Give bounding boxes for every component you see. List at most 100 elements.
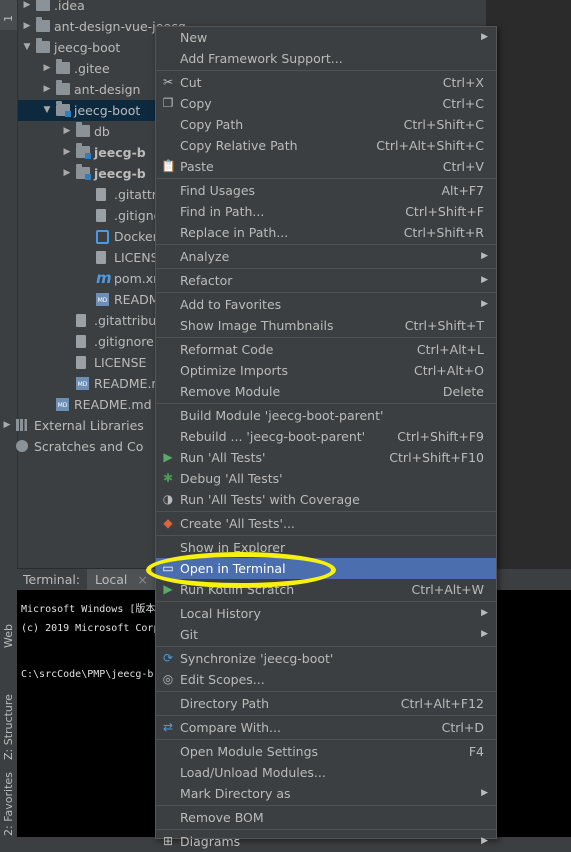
structure-tool-tab[interactable]: Z: Structure [0,680,17,762]
menu-item-cut[interactable]: ✂ Cut Ctrl+X [156,72,496,93]
tree-item-label: jeecg-b [94,145,146,160]
expand-right-icon[interactable]: ▶ [42,58,52,79]
menu-item-replace-in-path[interactable]: Replace in Path... Ctrl+Shift+R [156,222,496,243]
expand-right-icon[interactable]: ▶ [22,0,32,16]
markdown-icon: MD [56,398,69,411]
menu-item-label: Synchronize 'jeecg-boot' [180,651,334,666]
submenu-arrow-icon: ▶ [481,32,488,42]
menu-item-add-to-favorites[interactable]: Add to Favorites ▶ [156,294,496,315]
menu-item-label: Run 'All Tests' with Coverage [180,492,360,507]
menu-item-refactor[interactable]: Refactor ▶ [156,270,496,291]
tree-item-label: .idea [54,0,85,13]
menu-item-diagrams[interactable]: ⊞ Diagrams ▶ [156,831,496,852]
tree-item-label: LICENSE [94,355,147,370]
menu-item-remove-bom[interactable]: Remove BOM [156,807,496,828]
favorites-tool-tab[interactable]: 2: Favorites [0,770,17,837]
folder-icon [36,17,50,32]
menu-separator [156,337,496,338]
menu-item-shortcut: Ctrl+Shift+C [403,117,484,132]
menu-item-copy-path[interactable]: Copy Path Ctrl+Shift+C [156,114,496,135]
menu-item-rebuild-jeecg-boot-parent[interactable]: Rebuild ... 'jeecg-boot-parent' Ctrl+Shif… [156,426,496,447]
menu-item-open-module-settings[interactable]: Open Module Settings F4 [156,741,496,762]
menu-item-remove-module[interactable]: Remove Module Delete [156,381,496,402]
menu-separator [156,739,496,740]
menu-item-git[interactable]: Git ▶ [156,624,496,645]
menu-item-directory-path[interactable]: Directory Path Ctrl+Alt+F12 [156,693,496,714]
expand-down-icon[interactable]: ▼ [22,37,32,58]
menu-item-paste[interactable]: 📋 Paste Ctrl+V [156,156,496,177]
expand-right-icon[interactable]: ▶ [62,163,72,184]
menu-item-add-framework-support[interactable]: Add Framework Support... [156,48,496,69]
menu-item-label: Edit Scopes... [180,672,265,687]
terminal-tab-local[interactable]: Local × [87,569,155,591]
menu-item-copy[interactable]: ❐ Copy Ctrl+C [156,93,496,114]
menu-item-shortcut: Ctrl+Shift+F10 [389,450,484,465]
menu-item-edit-scopes[interactable]: ◎ Edit Scopes... [156,669,496,690]
sync-icon: ⟳ [162,651,174,665]
menu-item-shortcut: Ctrl+Alt+O [414,363,484,378]
menu-item-shortcut: Ctrl+Shift+F9 [397,429,484,444]
expand-right-icon[interactable]: ▶ [2,415,12,436]
menu-item-reformat-code[interactable]: Reformat Code Ctrl+Alt+L [156,339,496,360]
expand-right-icon[interactable]: ▶ [22,16,32,37]
compare-icon: ⇄ [162,720,174,734]
module-folder-icon [76,164,91,180]
menu-item-label: Paste [180,159,214,174]
menu-item-label: Copy Relative Path [180,138,298,153]
menu-item-optimize-imports[interactable]: Optimize Imports Ctrl+Alt+O [156,360,496,381]
menu-separator [156,646,496,647]
menu-item-mark-directory-as[interactable]: Mark Directory as ▶ [156,783,496,804]
menu-item-load-unload-modules[interactable]: Load/Unload Modules... [156,762,496,783]
menu-item-build-module-jeecg-boot-parent[interactable]: Build Module 'jeecg-boot-parent' [156,405,496,426]
menu-item-label: Local History [180,606,261,621]
menu-item-shortcut: Ctrl+C [442,96,484,111]
expand-right-icon[interactable]: ▶ [62,121,72,142]
expand-down-icon[interactable]: ▼ [42,100,52,121]
menu-item-create-all-tests[interactable]: ◆ Create 'All Tests'... [156,513,496,534]
tree-item[interactable]: ▼ jeecg-boot [18,100,158,121]
menu-item-label: Load/Unload Modules... [180,765,326,780]
menu-item-shortcut: Ctrl+D [441,720,484,735]
web-tool-tab[interactable]: Web [0,622,17,672]
terminal-line: Microsoft Windows [版本 [21,604,156,615]
terminal-line: C:\srcCode\PMP\jeecg-b [21,669,154,680]
menu-item-label: Reformat Code [180,342,274,357]
menu-item-find-usages[interactable]: Find Usages Alt+F7 [156,180,496,201]
menu-item-label: Replace in Path... [180,225,289,240]
menu-separator [156,601,496,602]
menu-item-synchronize-jeecg-boot[interactable]: ⟳ Synchronize 'jeecg-boot' [156,648,496,669]
menu-item-find-in-path[interactable]: Find in Path... Ctrl+Shift+F [156,201,496,222]
expand-right-icon[interactable]: ▶ [62,142,72,163]
tree-item-label: README.m [94,376,164,391]
menu-separator [156,691,496,692]
tree-item[interactable]: ▶ .idea [18,0,486,16]
close-icon[interactable]: × [137,572,147,587]
menu-item-shortcut: Ctrl+Shift+F [405,204,484,219]
run-icon: ▶ [163,450,173,464]
terminal-title: Terminal: [23,572,81,587]
menu-item-label: Find in Path... [180,204,265,219]
terminal-tab-label: Local [95,572,128,587]
submenu-arrow-icon: ▶ [481,608,488,618]
menu-item-label: Optimize Imports [180,363,289,378]
menu-item-run-all-tests-with-coverage[interactable]: ◑ Run 'All Tests' with Coverage [156,489,496,510]
menu-item-label: New [180,30,208,45]
menu-item-new[interactable]: New ▶ [156,27,496,48]
tree-item-label: jeecg-boot [54,40,121,55]
menu-item-label: Add Framework Support... [180,51,343,66]
menu-item-local-history[interactable]: Local History ▶ [156,603,496,624]
menu-item-label: Build Module 'jeecg-boot-parent' [180,408,384,423]
tree-item-label: External Libraries [34,418,144,433]
menu-item-copy-relative-path[interactable]: Copy Relative Path Ctrl+Alt+Shift+C [156,135,496,156]
maven-icon: m [96,269,112,287]
menu-item-show-image-thumbnails[interactable]: Show Image Thumbnails Ctrl+Shift+T [156,315,496,336]
menu-item-run-all-tests[interactable]: ▶ Run 'All Tests' Ctrl+Shift+F10 [156,447,496,468]
tree-item-label: ant-design [74,82,141,97]
menu-separator [156,805,496,806]
tree-item-label: .gitee [74,61,110,76]
menu-item-compare-with[interactable]: ⇄ Compare With... Ctrl+D [156,717,496,738]
menu-item-analyze[interactable]: Analyze ▶ [156,246,496,267]
expand-right-icon[interactable]: ▶ [42,79,52,100]
project-tool-tab[interactable]: 1 [0,0,17,30]
menu-item-debug-all-tests[interactable]: ✱ Debug 'All Tests' [156,468,496,489]
